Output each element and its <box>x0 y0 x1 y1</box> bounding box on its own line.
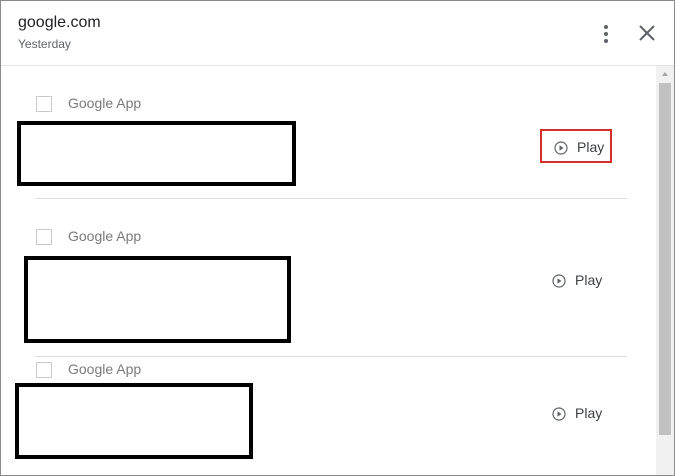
play-button[interactable]: Play <box>540 264 612 298</box>
play-label: Play <box>577 139 605 155</box>
item-divider <box>35 198 627 199</box>
select-checkbox[interactable] <box>36 362 52 378</box>
play-button[interactable]: Play <box>540 129 612 163</box>
more-options-button[interactable] <box>595 21 617 47</box>
play-circle-icon <box>552 407 566 421</box>
scrollbar-thumb[interactable] <box>659 83 671 435</box>
item-source-label: Google App <box>68 361 142 377</box>
scroll-up-arrow[interactable] <box>656 66 674 82</box>
close-icon <box>639 25 655 41</box>
more-vert-icon <box>604 25 608 43</box>
select-checkbox[interactable] <box>36 229 52 245</box>
play-label: Play <box>575 405 603 421</box>
list-item: Google App Play <box>1 212 656 357</box>
dialog-header: google.com Yesterday <box>1 1 674 66</box>
dialog-title: google.com <box>18 14 101 31</box>
redacted-content-box <box>17 121 296 186</box>
item-source-label: Google App <box>68 95 142 111</box>
activity-list: Google App Play Google App Play Google A… <box>1 66 656 475</box>
activity-dialog: google.com Yesterday Google App Play Goo… <box>0 0 675 476</box>
redacted-content-box <box>24 256 291 343</box>
dialog-subtitle: Yesterday <box>18 37 71 51</box>
play-circle-icon <box>552 274 566 288</box>
select-checkbox[interactable] <box>36 96 52 112</box>
list-item: Google App Play <box>1 66 656 199</box>
scrollbar[interactable] <box>656 66 674 475</box>
list-item: Google App Play <box>1 345 656 475</box>
triangle-up-icon <box>662 72 668 76</box>
play-circle-icon <box>554 141 568 155</box>
close-button[interactable] <box>633 19 661 47</box>
redacted-content-box <box>15 383 253 459</box>
play-label: Play <box>575 272 603 288</box>
play-button[interactable]: Play <box>540 397 612 431</box>
item-source-label: Google App <box>68 228 142 244</box>
